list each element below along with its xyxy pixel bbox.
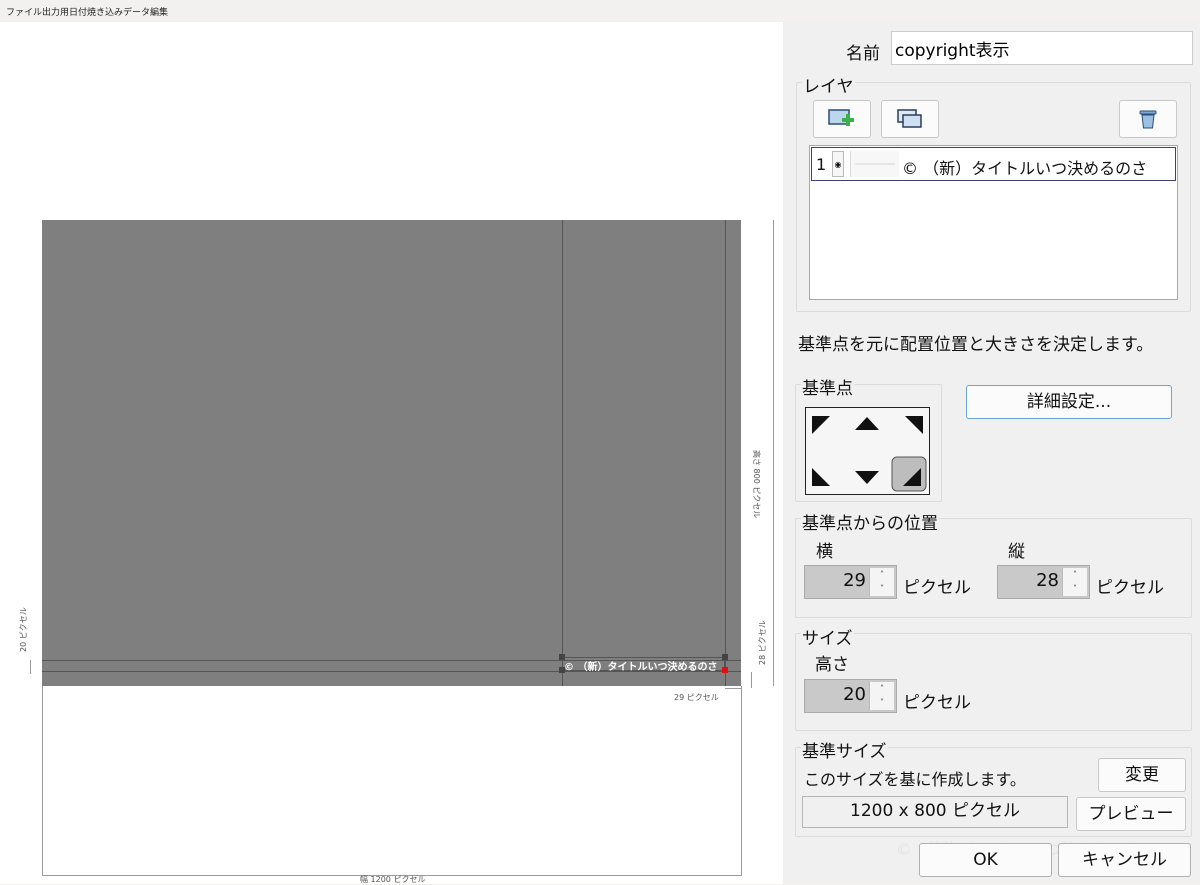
size-dimension-line [30, 660, 31, 674]
layer-list[interactable]: 1 ◉ © （新）タイトルいつ決めるのさ [809, 145, 1178, 300]
change-button[interactable]: 変更 [1098, 758, 1186, 792]
guide-line [725, 220, 726, 686]
resize-handle[interactable] [559, 667, 565, 673]
anchor-top-icon[interactable] [855, 417, 879, 430]
anchor-top-right-icon[interactable] [905, 416, 923, 434]
offset-x-dimension-label: 29 ピクセル [674, 693, 719, 702]
duplicate-layer-button[interactable] [881, 100, 939, 138]
size-group-label: サイズ [801, 624, 854, 649]
guide-line [562, 220, 563, 686]
offset-y-dimension-line [751, 672, 752, 688]
ok-button[interactable]: OK [919, 843, 1052, 877]
stepper-arrows[interactable]: ˄ ˅ [869, 568, 894, 596]
height-unit: ピクセル [903, 693, 971, 713]
eye-icon: ◉ [834, 160, 842, 169]
base-size-group-label: 基準サイズ [801, 737, 888, 762]
layer-thumbnail [850, 151, 899, 177]
horizontal-stepper[interactable]: 29 ˄ ˅ [804, 565, 897, 599]
anchor-top-left-icon[interactable] [812, 416, 830, 434]
name-label: 名前 [846, 44, 880, 64]
add-layer-icon [828, 109, 854, 126]
height-value: 20 [843, 684, 866, 705]
layer-group-label: レイヤ [802, 72, 855, 97]
anchor-handle[interactable] [722, 667, 728, 673]
visibility-toggle[interactable]: ◉ [832, 151, 844, 177]
add-layer-button[interactable] [813, 100, 871, 138]
delete-layer-button[interactable] [1119, 100, 1177, 138]
stepper-arrows[interactable]: ˄ ˅ [1062, 568, 1087, 596]
anchor-description: 基準点を元に配置位置と大きさを決定します。 [798, 335, 1154, 355]
resize-handle[interactable] [559, 654, 565, 660]
anchor-bottom-left-icon[interactable] [812, 468, 830, 486]
window-title: ファイル出力用日付焼き込みデータ編集 [6, 8, 169, 18]
vertical-value: 28 [1036, 570, 1059, 591]
offset-y-dimension-label: 28 ピクセル [758, 620, 767, 665]
anchor-selector[interactable] [805, 407, 930, 495]
text-layer-selection[interactable]: © （新）タイトルいつ決めるのさ [562, 657, 725, 673]
size-dimension-label: 20 ピクセル [19, 607, 28, 652]
list-item[interactable]: 1 ◉ © （新）タイトルいつ決めるのさ [811, 147, 1176, 181]
trash-icon [1139, 110, 1157, 129]
height-dimension-label: 高さ 800 ピクセル [752, 450, 761, 519]
vertical-label: 縦 [1008, 542, 1025, 562]
thumbnail-preview [855, 163, 895, 165]
layer-index: 1 [816, 155, 827, 174]
resize-handle[interactable] [722, 654, 728, 660]
vertical-stepper[interactable]: 28 ˄ ˅ [997, 565, 1090, 599]
width-dimension-label: 幅 1200 ピクセル [360, 875, 426, 884]
duplicate-layer-icon [897, 109, 922, 128]
base-size-value: 1200 x 800 ピクセル [802, 796, 1068, 828]
name-input[interactable] [891, 31, 1193, 65]
horizontal-unit: ピクセル [903, 578, 971, 598]
width-dimension-guide [42, 686, 43, 876]
anchor-bottom-icon[interactable] [855, 471, 879, 484]
height-stepper[interactable]: 20 ˄ ˅ [804, 679, 897, 713]
horizontal-label: 横 [816, 542, 833, 562]
canvas-image[interactable]: © （新）タイトルいつ決めるのさ [42, 220, 741, 686]
height-dimension-line [773, 220, 774, 686]
stepper-arrows[interactable]: ˄ ˅ [869, 682, 894, 710]
title-bar: ファイル出力用日付焼き込みデータ編集 [0, 0, 1200, 22]
position-group-label: 基準点からの位置 [801, 509, 939, 534]
anchor-group-label: 基準点 [801, 374, 854, 399]
base-size-description: このサイズを基に作成します。 [804, 770, 1026, 789]
preview-button[interactable]: プレビュー [1076, 797, 1186, 831]
layer-name: © （新）タイトルいつ決めるのさ [902, 159, 1148, 178]
offset-x-dimension-line [725, 688, 741, 689]
height-label: 高さ [815, 655, 849, 675]
width-dimension-guide [741, 686, 742, 876]
detail-settings-button[interactable]: 詳細設定... [966, 385, 1172, 419]
vertical-unit: ピクセル [1096, 578, 1164, 598]
horizontal-value: 29 [843, 570, 866, 591]
cancel-button[interactable]: キャンセル [1058, 843, 1191, 877]
text-layer-content: © （新）タイトルいつ決めるのさ [564, 662, 718, 673]
